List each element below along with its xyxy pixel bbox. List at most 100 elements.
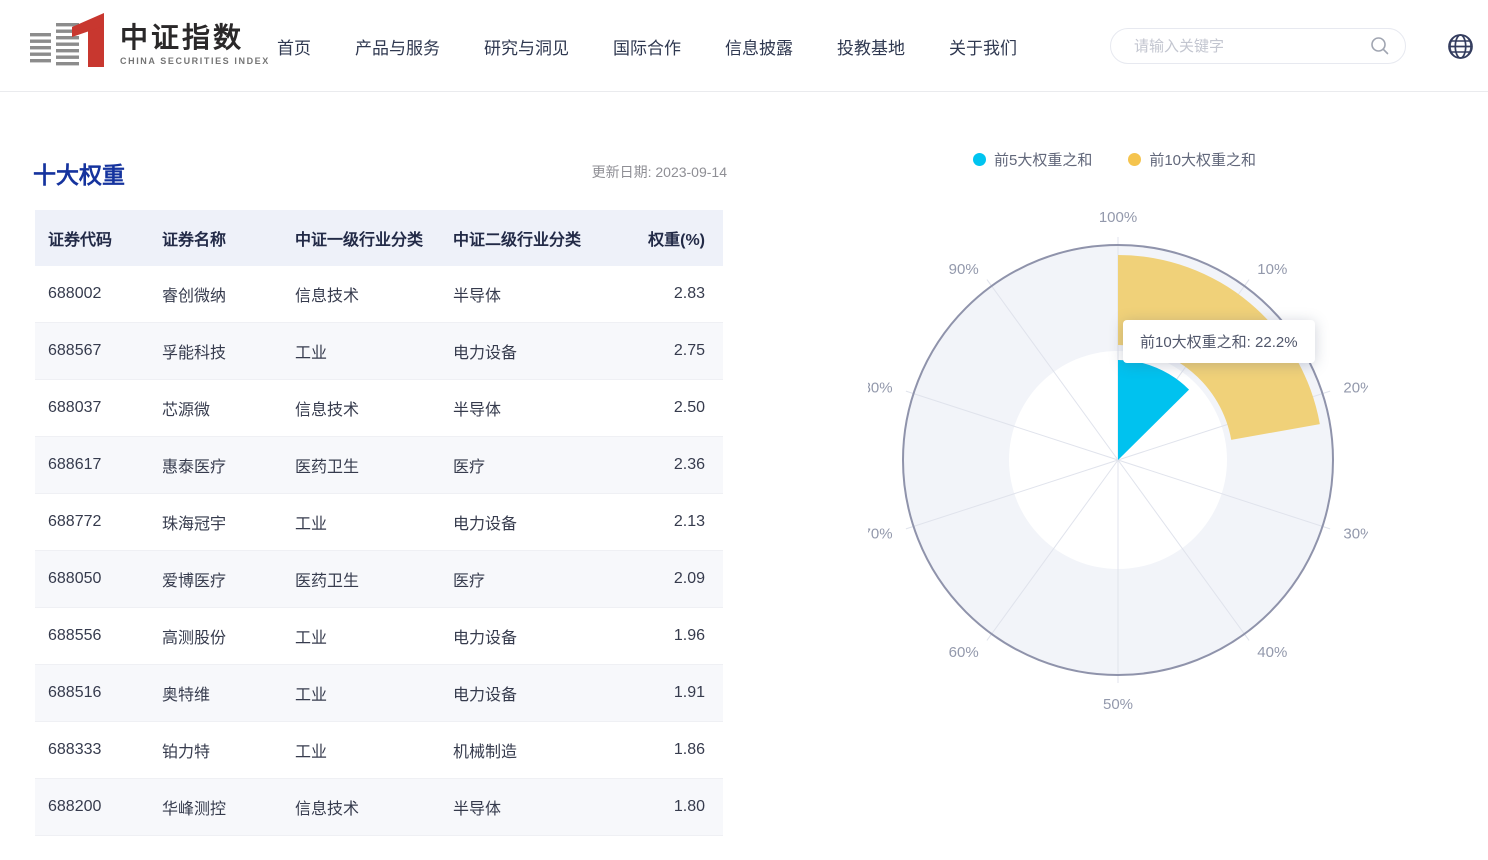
cell-weight: 2.75 xyxy=(633,342,723,360)
cell-code: 688772 xyxy=(35,513,162,531)
cell-industry-l1: 工业 xyxy=(295,510,453,534)
table-row: 688516奥特维工业电力设备1.91 xyxy=(35,665,723,722)
cell-name: 奥特维 xyxy=(162,681,295,705)
cell-code: 688037 xyxy=(35,399,162,417)
csi-logo-mark-icon xyxy=(30,13,108,75)
cell-industry-l1: 信息技术 xyxy=(295,396,453,420)
cell-name: 高测股份 xyxy=(162,624,295,648)
cell-industry-l2: 电力设备 xyxy=(453,510,633,534)
cell-name: 孚能科技 xyxy=(162,339,295,363)
table-row: 688567孚能科技工业电力设备2.75 xyxy=(35,323,723,380)
cell-weight: 2.50 xyxy=(633,399,723,417)
table-row: 688617惠泰医疗医药卫生医疗2.36 xyxy=(35,437,723,494)
cell-code: 688516 xyxy=(35,684,162,702)
cell-code: 688050 xyxy=(35,570,162,588)
cell-industry-l2: 医疗 xyxy=(453,453,633,477)
column-header-industry-l1: 中证一级行业分类 xyxy=(295,226,453,250)
axis-tick-label: 90% xyxy=(949,261,979,278)
cell-name: 睿创微纳 xyxy=(162,282,295,306)
nav-item-research[interactable]: 研究与洞见 xyxy=(484,34,569,59)
cell-industry-l1: 工业 xyxy=(295,681,453,705)
cell-industry-l2: 电力设备 xyxy=(453,681,633,705)
cell-code: 688617 xyxy=(35,456,162,474)
axis-tick-label: 60% xyxy=(949,644,979,661)
cell-industry-l1: 工业 xyxy=(295,624,453,648)
legend-item-1[interactable]: 前10大权重之和 xyxy=(1128,149,1256,170)
cell-weight: 2.09 xyxy=(633,570,723,588)
cell-name: 芯源微 xyxy=(162,396,295,420)
site-header: 中证指数 CHINA SECURITIES INDEX 首页 产品与服务 研究与洞见… xyxy=(0,0,1488,92)
legend-item-0[interactable]: 前5大权重之和 xyxy=(973,149,1092,170)
weights-table: 证券代码证券名称中证一级行业分类中证二级行业分类权重(%) 688002睿创微纳… xyxy=(35,210,723,836)
csi-logo[interactable]: 中证指数 CHINA SECURITIES INDEX xyxy=(30,13,270,75)
table-row: 688037芯源微信息技术半导体2.50 xyxy=(35,380,723,437)
globe-icon xyxy=(1447,33,1474,60)
search-button[interactable] xyxy=(1369,35,1391,57)
nav-item-disclosure[interactable]: 信息披露 xyxy=(725,34,793,59)
axis-tick-label: 100% xyxy=(1099,210,1137,226)
axis-tick-label: 30% xyxy=(1343,526,1368,543)
nav-item-home[interactable]: 首页 xyxy=(277,34,311,59)
cell-name: 爱博医疗 xyxy=(162,567,295,591)
table-header-row: 证券代码证券名称中证一级行业分类中证二级行业分类权重(%) xyxy=(35,210,723,266)
table-row: 688556高测股份工业电力设备1.96 xyxy=(35,608,723,665)
axis-tick-label: 70% xyxy=(868,526,893,543)
table-row: 688333铂力特工业机械制造1.86 xyxy=(35,722,723,779)
search-input[interactable] xyxy=(1132,37,1369,56)
search-icon xyxy=(1369,35,1391,57)
cell-code: 688002 xyxy=(35,285,162,303)
update-date: 更新日期: 2023-09-14 xyxy=(433,162,727,182)
nav-item-products[interactable]: 产品与服务 xyxy=(355,34,440,59)
cell-name: 珠海冠宇 xyxy=(162,510,295,534)
cell-industry-l2: 电力设备 xyxy=(453,624,633,648)
legend-dot-icon xyxy=(973,153,986,166)
logo-subtitle: CHINA SECURITIES INDEX xyxy=(120,56,270,66)
polar-weight-chart: 10%20%30%40%50%60%70%80%90%100% xyxy=(868,210,1368,710)
table-row: 688002睿创微纳信息技术半导体2.83 xyxy=(35,266,723,323)
nav-item-about[interactable]: 关于我们 xyxy=(949,34,1017,59)
csi-logo-text: 中证指数 CHINA SECURITIES INDEX xyxy=(120,23,270,66)
axis-tick-label: 10% xyxy=(1257,261,1287,278)
cell-industry-l2: 机械制造 xyxy=(453,738,633,762)
column-header-industry-l2: 中证二级行业分类 xyxy=(453,226,633,250)
table-body: 688002睿创微纳信息技术半导体2.83688567孚能科技工业电力设备2.7… xyxy=(35,266,723,836)
cell-weight: 1.86 xyxy=(633,741,723,759)
cell-industry-l1: 信息技术 xyxy=(295,795,453,819)
cell-industry-l2: 半导体 xyxy=(453,396,633,420)
cell-code: 688333 xyxy=(35,741,162,759)
cell-weight: 1.96 xyxy=(633,627,723,645)
column-header-code: 证券代码 xyxy=(35,226,162,250)
chart-legend: 前5大权重之和 前10大权重之和 xyxy=(973,149,1256,170)
cell-name: 铂力特 xyxy=(162,738,295,762)
axis-tick-label: 20% xyxy=(1343,379,1368,396)
cell-code: 688567 xyxy=(35,342,162,360)
table-row: 688050爱博医疗医药卫生医疗2.09 xyxy=(35,551,723,608)
table-row: 688200华峰测控信息技术半导体1.80 xyxy=(35,779,723,836)
cell-industry-l1: 医药卫生 xyxy=(295,567,453,591)
cell-industry-l2: 半导体 xyxy=(453,282,633,306)
main-nav: 首页 产品与服务 研究与洞见 国际合作 信息披露 投教基地 关于我们 xyxy=(277,0,1017,92)
legend-label: 前10大权重之和 xyxy=(1149,149,1256,170)
column-header-name: 证券名称 xyxy=(162,226,295,250)
nav-item-international[interactable]: 国际合作 xyxy=(613,34,681,59)
legend-dot-icon xyxy=(1128,153,1141,166)
cell-weight: 2.83 xyxy=(633,285,723,303)
axis-tick-label: 50% xyxy=(1103,696,1133,710)
cell-code: 688200 xyxy=(35,798,162,816)
cell-industry-l1: 工业 xyxy=(295,738,453,762)
logo-title: 中证指数 xyxy=(120,23,270,53)
cell-industry-l1: 工业 xyxy=(295,339,453,363)
cell-industry-l2: 医疗 xyxy=(453,567,633,591)
legend-label: 前5大权重之和 xyxy=(994,149,1092,170)
language-button[interactable] xyxy=(1447,33,1474,60)
axis-tick-label: 80% xyxy=(868,379,893,396)
chart-area: 10%20%30%40%50%60%70%80%90%100% xyxy=(868,210,1368,710)
cell-weight: 2.13 xyxy=(633,513,723,531)
nav-item-education[interactable]: 投教基地 xyxy=(837,34,905,59)
table-row: 688772珠海冠宇工业电力设备2.13 xyxy=(35,494,723,551)
cell-industry-l1: 信息技术 xyxy=(295,282,453,306)
cell-name: 华峰测控 xyxy=(162,795,295,819)
search-box xyxy=(1110,28,1406,64)
cell-industry-l2: 电力设备 xyxy=(453,339,633,363)
cell-weight: 2.36 xyxy=(633,456,723,474)
